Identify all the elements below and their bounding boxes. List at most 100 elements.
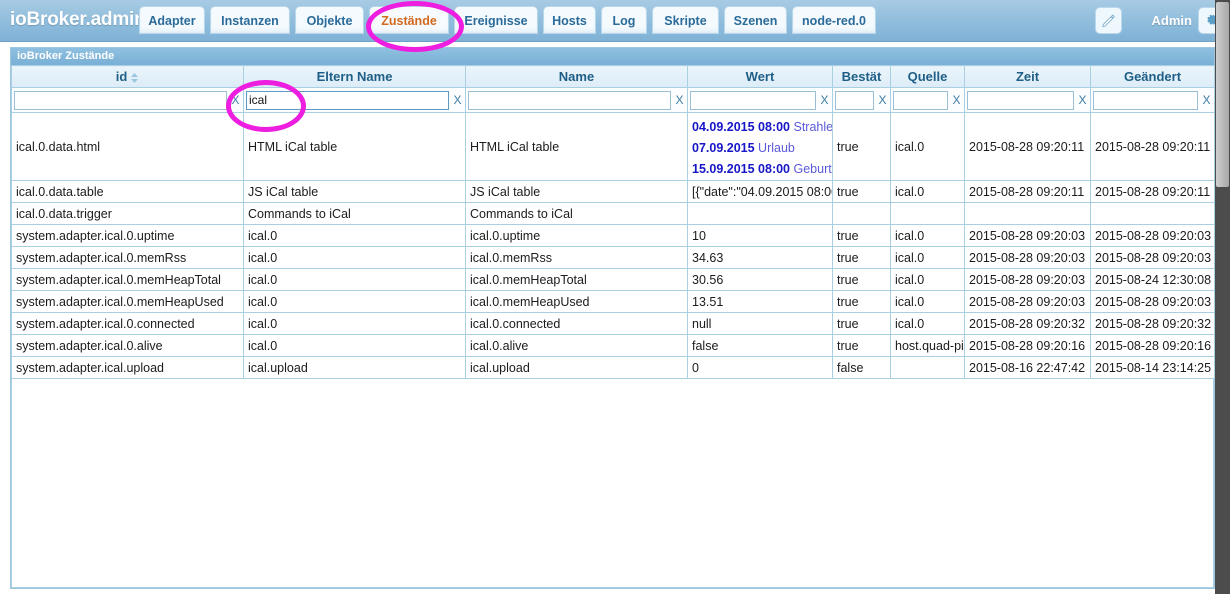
filter-input-id[interactable] [14,90,227,110]
table-row[interactable]: system.adapter.ical.0.memHeapUsed ical.0 i… [11,290,1215,313]
cell-ts[interactable]: 2015-08-28 09:20:03 [964,268,1091,291]
cell-name[interactable]: ical.0.connected [465,312,688,335]
cell-ts[interactable]: 2015-08-28 09:20:03 [964,290,1091,313]
cell-name[interactable]: Commands to iCal [465,202,688,225]
cell-ts[interactable]: 2015-08-28 09:20:03 [964,246,1091,269]
filter-clear-lc[interactable]: X [1201,94,1212,106]
filter-clear-name[interactable]: X [674,94,685,106]
cell-ts[interactable]: 2015-08-28 09:20:11 [964,180,1091,203]
table-row[interactable]: system.adapter.ical.0.memRss ical.0 ical.0… [11,246,1215,269]
cell-ack[interactable]: true [832,334,891,357]
cell-parent[interactable]: ical.0 [243,246,466,269]
cell-ack[interactable]: true [832,224,891,247]
cell-parent[interactable]: ical.0 [243,268,466,291]
tab-hosts[interactable]: Hosts [543,6,596,34]
cell-ack[interactable]: true [832,246,891,269]
cell-parent[interactable]: ical.0 [243,312,466,335]
cell-ts[interactable]: 2015-08-28 09:20:11 [964,112,1091,181]
cell-from[interactable] [890,356,965,379]
cell-name[interactable]: ical.0.memRss [465,246,688,269]
cell-lc[interactable]: 2015-08-14 23:14:25 [1090,356,1215,379]
table-row[interactable]: system.adapter.ical.0.memHeapTotal ical.0… [11,268,1215,291]
filter-input-ts[interactable] [967,90,1074,110]
cell-parent[interactable]: HTML iCal table [243,112,466,181]
column-header-ack[interactable]: Bestät [832,65,891,88]
cell-ts[interactable]: 2015-08-28 09:20:03 [964,224,1091,247]
column-header-ts[interactable]: Zeit [964,65,1091,88]
cell-id[interactable]: system.adapter.ical.upload [11,356,244,379]
cell-from[interactable]: ical.0 [890,312,965,335]
cell-value[interactable]: false [687,334,833,357]
cell-lc[interactable]: 2015-08-28 09:20:11 [1090,180,1215,203]
table-row[interactable]: system.adapter.ical.0.alive ical.0 ical.0.… [11,334,1215,357]
pencil-icon[interactable] [1095,7,1122,34]
cell-from[interactable]: ical.0 [890,224,965,247]
cell-lc[interactable] [1090,202,1215,225]
column-header-parent[interactable]: Eltern Name [243,65,466,88]
filter-input-from[interactable] [893,90,948,110]
filter-clear-id[interactable]: X [230,94,241,106]
cell-ack[interactable]: true [832,180,891,203]
filter-input-ack[interactable] [835,90,874,110]
cell-parent[interactable]: ical.upload [243,356,466,379]
cell-from[interactable]: ical.0 [890,246,965,269]
filter-input-lc[interactable] [1093,90,1198,110]
sort-arrow-icon[interactable] [130,72,139,84]
tab-skripte[interactable]: Skripte [652,6,719,34]
cell-ts[interactable]: 2015-08-28 09:20:16 [964,334,1091,357]
tab-zustaende[interactable]: Zustände [369,6,449,34]
cell-ack[interactable]: true [832,268,891,291]
column-header-name[interactable]: Name [465,65,688,88]
cell-lc[interactable]: 2015-08-28 09:20:03 [1090,224,1215,247]
filter-clear-ack[interactable]: X [877,94,888,106]
cell-id[interactable]: system.adapter.ical.0.memRss [11,246,244,269]
filter-input-name[interactable] [468,90,671,110]
cell-name[interactable]: JS iCal table [465,180,688,203]
cell-ts[interactable]: 2015-08-28 09:20:32 [964,312,1091,335]
table-row[interactable]: ical.0.data.trigger Commands to iCal Comma… [11,202,1215,225]
tab-adapter[interactable]: Adapter [139,6,205,34]
tab-log[interactable]: Log [601,6,647,34]
cell-ts[interactable]: 2015-08-16 22:47:42 [964,356,1091,379]
cell-id[interactable]: system.adapter.ical.0.memHeapUsed [11,290,244,313]
cell-value[interactable]: 0 [687,356,833,379]
cell-parent[interactable]: ical.0 [243,224,466,247]
filter-clear-from[interactable]: X [951,94,962,106]
cell-id[interactable]: system.adapter.ical.0.uptime [11,224,244,247]
cell-id[interactable]: system.adapter.ical.0.memHeapTotal [11,268,244,291]
cell-ts[interactable] [964,202,1091,225]
table-row[interactable]: ical.0.data.table JS iCal table JS iCal ta… [11,180,1215,203]
cell-value[interactable] [687,202,833,225]
cell-lc[interactable]: 2015-08-28 09:20:03 [1090,290,1215,313]
cell-parent[interactable]: ical.0 [243,290,466,313]
vertical-scrollbar[interactable] [1215,0,1230,594]
table-row[interactable]: ical.0.data.html HTML iCal table HTML iCal… [11,112,1215,181]
cell-from[interactable]: ical.0 [890,268,965,291]
table-row[interactable]: system.adapter.ical.upload ical.upload ica… [11,356,1215,379]
cell-ack[interactable]: true [832,112,891,181]
filter-clear-ts[interactable]: X [1077,94,1088,106]
cell-lc[interactable]: 2015-08-28 09:20:32 [1090,312,1215,335]
cell-ack[interactable]: true [832,290,891,313]
cell-parent[interactable]: JS iCal table [243,180,466,203]
cell-lc[interactable]: 2015-08-28 09:20:11 [1090,112,1215,181]
filter-clear-parent[interactable]: X [452,94,463,106]
tab-ereignisse[interactable]: Ereignisse [454,6,538,34]
cell-id[interactable]: ical.0.data.table [11,180,244,203]
cell-parent[interactable]: ical.0 [243,334,466,357]
cell-ack[interactable] [832,202,891,225]
cell-name[interactable]: ical.0.alive [465,334,688,357]
cell-parent[interactable]: Commands to iCal [243,202,466,225]
filter-input-parent[interactable] [246,90,449,110]
cell-name[interactable]: HTML iCal table [465,112,688,181]
cell-ack[interactable]: false [832,356,891,379]
cell-name[interactable]: ical.0.memHeapTotal [465,268,688,291]
vertical-scrollbar-thumb[interactable] [1216,2,1229,187]
cell-id[interactable]: ical.0.data.trigger [11,202,244,225]
cell-from[interactable]: ical.0 [890,290,965,313]
tab-instanzen[interactable]: Instanzen [210,6,290,34]
cell-value[interactable]: 04.09.2015 08:00 Strahle 07.09.2015 Urlau… [687,112,833,181]
filter-input-value[interactable] [690,90,816,110]
cell-value[interactable]: [{"date":"04.09.2015 08:00 [687,180,833,203]
cell-from[interactable] [890,202,965,225]
